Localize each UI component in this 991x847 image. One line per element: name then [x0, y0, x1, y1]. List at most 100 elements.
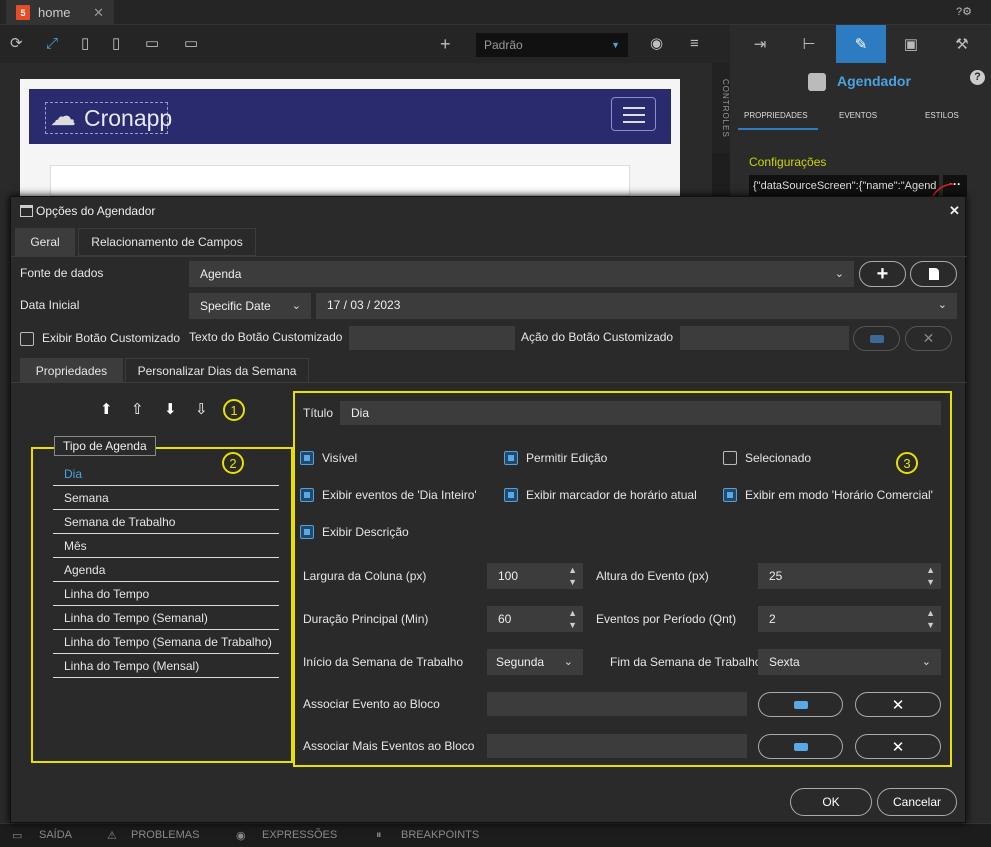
fonte-select[interactable]: Agenda ⌄	[189, 261, 854, 287]
descricao-checkbox[interactable]	[300, 525, 314, 539]
eye-icon[interactable]: ◉	[650, 25, 663, 63]
marcador-checkbox[interactable]	[504, 488, 518, 502]
list-item-linha-tempo[interactable]: Linha do Tempo	[53, 582, 279, 606]
selecionado-checkbox[interactable]	[723, 451, 737, 465]
stepper-up-icon[interactable]: ▲	[568, 565, 577, 575]
tab-eventos[interactable]: EVENTOS	[839, 111, 877, 120]
visivel-checkbox[interactable]	[300, 451, 314, 465]
edit-icon[interactable]: ✎	[836, 25, 886, 63]
assoc-clear-button[interactable]: ✕	[855, 692, 941, 717]
acao-clear-button[interactable]: ✕	[905, 326, 952, 351]
cancel-button[interactable]: Cancelar	[877, 788, 957, 816]
data-mode-value: Specific Date	[200, 299, 271, 313]
add-datasource-button[interactable]: +	[859, 261, 906, 287]
profile-value: Padrão	[484, 38, 523, 52]
list-item-semana[interactable]: Semana	[53, 486, 279, 510]
tab-estilos[interactable]: ESTILOS	[925, 111, 959, 120]
titulo-input[interactable]: Dia	[340, 401, 941, 425]
comercial-checkbox[interactable]	[723, 488, 737, 502]
date-input[interactable]: 17 / 03 / 2023 ⌄	[316, 293, 957, 319]
list-item-mes[interactable]: Mês	[53, 534, 279, 558]
bottom-status-bar: ▭ SAÍDA ⚠ PROBLEMAS ◉ EXPRESSÕES ⏸ BREAK…	[0, 823, 991, 847]
tools-icon[interactable]: ⚒	[940, 25, 984, 63]
list-item-dia[interactable]: Dia	[53, 462, 279, 486]
pause-icon: ⏸	[376, 829, 382, 841]
ok-button[interactable]: OK	[790, 788, 872, 816]
stepper-up-icon[interactable]: ▲	[926, 565, 935, 575]
mobile-icon[interactable]: ▯	[81, 25, 89, 63]
dia-inteiro-checkbox[interactable]	[300, 488, 314, 502]
close-icon: ✕	[891, 738, 905, 756]
texto-botao-label: Texto do Botão Customizado	[189, 330, 343, 344]
cronapp-logo: ☁ Cronapp	[45, 101, 172, 134]
list-item-linha-tempo-semana-trabalho[interactable]: Linha do Tempo (Semana de Trabalho)	[53, 630, 279, 654]
dialog-close-icon[interactable]: ✕	[949, 203, 960, 219]
data-mode-select[interactable]: Specific Date ⌄	[189, 293, 311, 319]
edit-datasource-button[interactable]	[910, 261, 957, 287]
subtab-personalizar[interactable]: Personalizar Dias da Semana	[125, 358, 309, 383]
desktop-icon[interactable]: ▭	[145, 25, 159, 63]
add-icon[interactable]: +	[440, 25, 451, 63]
list-item-agenda[interactable]: Agenda	[53, 558, 279, 582]
inicio-select[interactable]: Segunda ⌄	[487, 649, 583, 675]
help-icon[interactable]: ?⚙	[956, 5, 972, 18]
annotation-3: 3	[896, 452, 918, 474]
login-icon[interactable]: ⇥	[738, 25, 782, 63]
list-item-linha-tempo-semanal[interactable]: Linha do Tempo (Semanal)	[53, 606, 279, 630]
tab-home[interactable]: 5 home ✕	[6, 0, 114, 25]
permitir-edicao-checkbox[interactable]	[504, 451, 518, 465]
config-input[interactable]: {"dataSourceScreen":{"name":"Agend	[749, 175, 939, 197]
output-icon: ▭	[12, 830, 23, 842]
stepper-down-icon[interactable]: ▼	[926, 577, 935, 587]
tab-problemas[interactable]: PROBLEMAS	[131, 829, 199, 841]
tab-geral[interactable]: Geral	[15, 228, 75, 256]
fim-select[interactable]: Sexta ⌄	[758, 649, 941, 675]
panel-help-icon[interactable]: ?	[970, 70, 985, 85]
assoc-mais-select-button[interactable]	[758, 734, 843, 759]
tree-icon[interactable]: ⊢	[787, 25, 831, 63]
assoc-select-button[interactable]	[758, 692, 843, 717]
move-up-icon[interactable]: ⇧	[131, 400, 144, 418]
tab-breakpoints[interactable]: BREAKPOINTS	[401, 829, 479, 841]
stepper-up-icon[interactable]: ▲	[568, 608, 577, 618]
duracao-input[interactable]: 60 ▲ ▼	[487, 606, 583, 632]
move-top-icon[interactable]: ⬆	[100, 400, 113, 418]
tab-propriedades[interactable]: PROPRIEDADES	[744, 111, 808, 120]
assoc-mais-input[interactable]	[487, 734, 747, 758]
altura-input[interactable]: 25 ▲ ▼	[758, 563, 941, 589]
list-item-semana-trabalho[interactable]: Semana de Trabalho	[53, 510, 279, 534]
hamburger-menu-icon[interactable]	[611, 97, 656, 131]
exibir-botao-checkbox[interactable]	[20, 332, 34, 346]
tab-saida[interactable]: SAÍDA	[39, 829, 72, 841]
acao-botao-input[interactable]	[680, 326, 849, 350]
acao-select-button[interactable]	[853, 326, 900, 351]
stepper-down-icon[interactable]: ▼	[568, 620, 577, 630]
subtab-propriedades[interactable]: Propriedades	[20, 358, 123, 383]
expand-icon[interactable]: ⤢	[46, 25, 58, 63]
stepper-down-icon[interactable]: ▼	[926, 620, 935, 630]
tab-expressoes[interactable]: EXPRESSÕES	[262, 829, 337, 841]
largura-input[interactable]: 100 ▲ ▼	[487, 563, 583, 589]
scheduler-options-dialog: Opções do Agendador ✕ Geral Relacionamen…	[10, 196, 967, 823]
tab-relacionamento[interactable]: Relacionamento de Campos	[78, 228, 256, 256]
stepper-down-icon[interactable]: ▼	[568, 577, 577, 587]
database-icon[interactable]: ≡	[690, 25, 699, 63]
tablet-icon[interactable]: ▯	[112, 25, 120, 63]
texto-botao-input[interactable]	[349, 326, 515, 350]
component-icon[interactable]: ▣	[889, 25, 933, 63]
profile-select[interactable]: Padrão ▼	[476, 33, 628, 57]
assoc-input[interactable]	[487, 692, 747, 716]
close-tab-icon[interactable]: ✕	[93, 5, 104, 21]
move-down-icon[interactable]: ⬇	[164, 400, 177, 418]
list-item-linha-tempo-mensal[interactable]: Linha do Tempo (Mensal)	[53, 654, 279, 678]
preview-card	[50, 165, 630, 196]
stepper-up-icon[interactable]: ▲	[926, 608, 935, 618]
controls-side-tab[interactable]: CONTROLES	[712, 63, 730, 153]
move-bottom-icon[interactable]: ⇩	[195, 400, 208, 418]
annotation-3-label: 3	[903, 455, 911, 471]
monitor-icon[interactable]: ▭	[184, 25, 198, 63]
refresh-icon[interactable]: ⟳	[10, 25, 23, 63]
assoc-mais-clear-button[interactable]: ✕	[855, 734, 941, 759]
dialog-title: Opções do Agendador	[36, 204, 156, 218]
eventos-input[interactable]: 2 ▲ ▼	[758, 606, 941, 632]
